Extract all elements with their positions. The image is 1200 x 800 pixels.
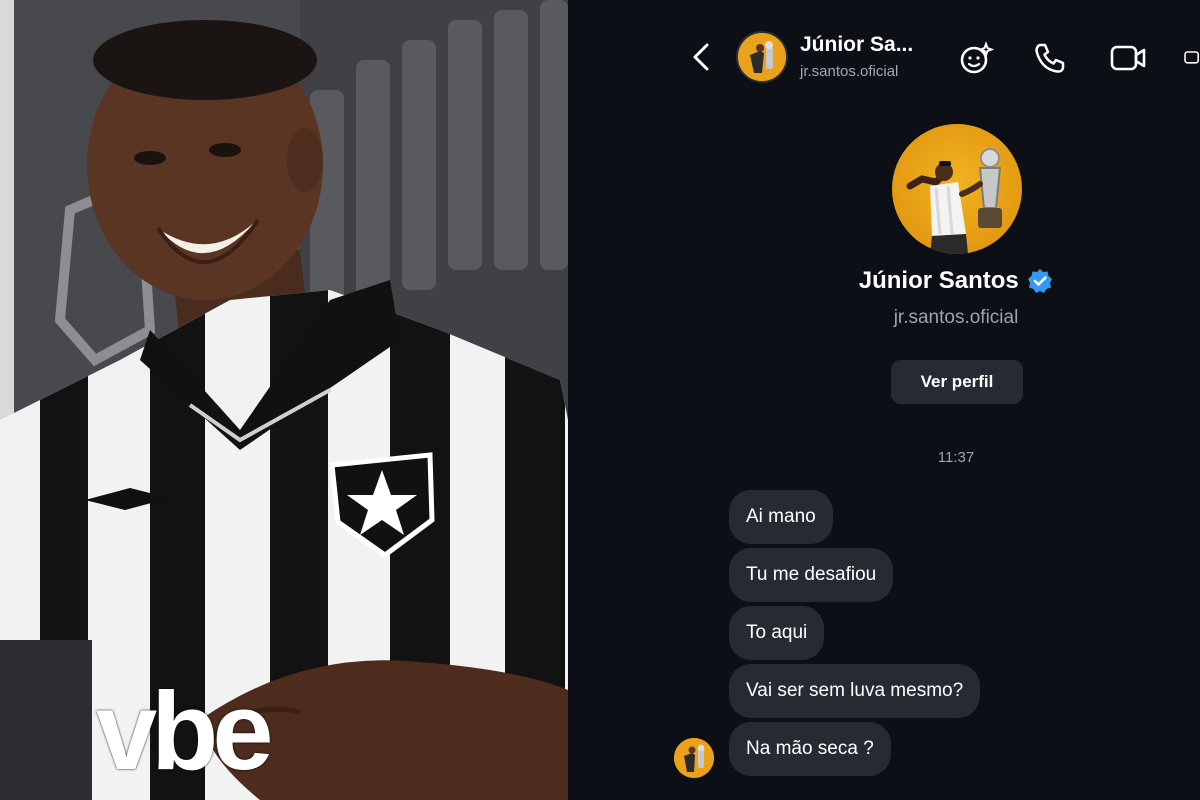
view-profile-button[interactable]: Ver perfil	[891, 360, 1023, 404]
message-bubble[interactable]: Ai mano	[729, 490, 833, 544]
player-photo: vbe	[0, 0, 568, 800]
profile-avatar[interactable]	[892, 124, 1022, 254]
photo-illustration	[0, 0, 568, 800]
chevron-left-icon	[693, 43, 709, 71]
avatar-image	[674, 738, 714, 778]
back-button[interactable]	[686, 40, 716, 74]
message-bubble[interactable]: Tu me desafiou	[729, 548, 894, 602]
verified-badge-icon	[1028, 269, 1053, 293]
video-camera-icon	[1110, 45, 1146, 71]
profile-name-row: Júnior Santos	[568, 267, 1200, 295]
message-sender-avatar[interactable]	[674, 738, 714, 778]
flag-icon	[1184, 51, 1199, 64]
profile-name: Júnior Santos	[858, 267, 1019, 294]
video-call-button[interactable]	[1108, 38, 1148, 78]
header-avatar[interactable]	[736, 31, 788, 83]
call-button[interactable]	[1030, 38, 1070, 78]
phone-icon	[1035, 43, 1065, 73]
message-bubble[interactable]: To aqui	[729, 606, 825, 660]
profile-username: jr.santos.oficial	[893, 307, 1019, 328]
more-options-button[interactable]	[1182, 38, 1200, 78]
header-contact-name[interactable]: Júnior Sa...	[800, 33, 913, 57]
effects-button[interactable]	[956, 38, 996, 78]
profile-picture	[906, 148, 1002, 254]
message-bubble[interactable]: Na mão seca ?	[729, 722, 891, 776]
message-bubble[interactable]: Vai ser sem luva mesmo?	[729, 664, 981, 718]
message-timestamp: 11:37	[937, 449, 975, 466]
header-username: jr.santos.oficial	[800, 63, 899, 80]
chat-header: Júnior Sa... jr.santos.oficial	[568, 0, 1200, 110]
avatar-image	[738, 33, 786, 81]
shirt-sponsor-text: vbe	[96, 670, 274, 793]
direct-message-screen: Júnior Sa... jr.santos.oficial Júnior Sa…	[568, 0, 1200, 800]
face-sparkle-icon	[960, 41, 994, 74]
